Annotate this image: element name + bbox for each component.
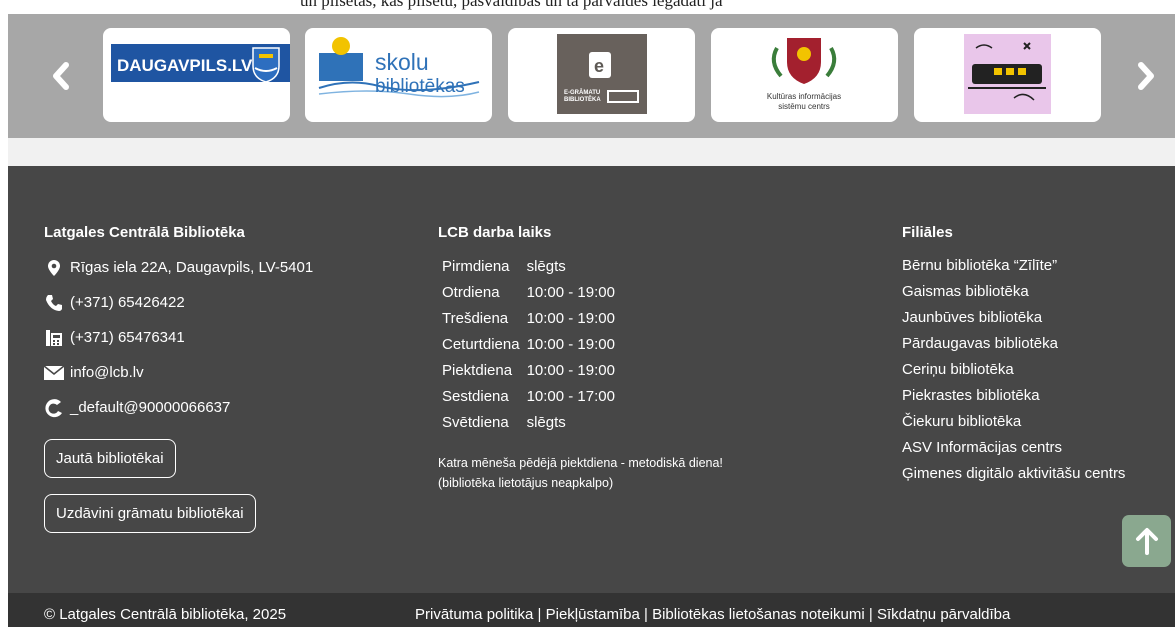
- contact-heading: Latgales Centrālā Bibliotēka: [44, 224, 245, 241]
- copyright-text: © Latgales Centrālā bibliotēka, 2025: [44, 606, 287, 623]
- note-line-1: Katra mēneša pēdējā piektdiena - metodis…: [438, 456, 723, 470]
- e-gramatu-caption-1: E-GRĀMATU: [564, 89, 600, 96]
- e-gramatu-caption-2: BIBLIOTĒKA: [564, 96, 601, 103]
- opening-hours-table: Pirmdiena slēgts Otrdiena 10:00 - 19:00 Tr…: [439, 253, 619, 435]
- address-text: Rīgas iela 22A, Daugavpils, LV-5401: [70, 259, 314, 276]
- carousel-next-button[interactable]: [1131, 58, 1161, 94]
- time-cell: slēgts: [526, 257, 566, 275]
- footer-branches-column: Filiāles Bērnu bibliotēka “Zīlīte” Gaism…: [902, 224, 1125, 487]
- time-cell: 10:00 - 17:00: [526, 387, 615, 405]
- table-row: Pirmdiena slēgts: [439, 253, 619, 279]
- chevron-right-icon: [1138, 62, 1154, 90]
- phone-text[interactable]: (+371) 65426422: [70, 294, 185, 311]
- map-pin-icon: [44, 258, 64, 278]
- bottom-bar: © Latgales Centrālā bibliotēka, 2025 Pri…: [8, 593, 1175, 627]
- e-gramatu-logo: e E-GRĀMATU BIBLIOTĒKA: [557, 34, 647, 114]
- partner-logo-carousel: DAUGAVPILS.LV skolu bibliotēkas e E-GRĀM…: [8, 14, 1175, 138]
- day-cell: Pirmdiena: [442, 257, 510, 275]
- link-separator: |: [864, 606, 877, 623]
- accessibility-link[interactable]: Piekļūstamība: [546, 606, 640, 623]
- logo-card-illustration[interactable]: [914, 28, 1101, 122]
- table-row: Sestdiena 10:00 - 17:00: [439, 383, 619, 409]
- day-cell: Ceturtdiena: [442, 335, 520, 353]
- daugavpils-logo-text: DAUGAVPILS.LV: [117, 56, 253, 75]
- logo-card-kis-centrs[interactable]: Kultūras informācijas sistēmu centrs: [711, 28, 898, 122]
- table-row: Svētdiena slēgts: [439, 409, 619, 435]
- fax-line: (+371) 65476341: [44, 320, 313, 355]
- branch-link[interactable]: Čiekuru bibliotēka: [902, 409, 1125, 435]
- link-separator: |: [639, 606, 653, 623]
- kis-caption-2: sistēmu centrs: [778, 102, 830, 111]
- envelope-icon: [44, 363, 64, 383]
- day-cell: Sestdiena: [442, 387, 509, 405]
- branch-link[interactable]: Jaunbūves bibliotēka: [902, 305, 1125, 331]
- chevron-left-icon: [53, 62, 69, 90]
- hours-heading: LCB darba laiks: [438, 224, 552, 241]
- branch-link[interactable]: Ģimenes digitālo aktivitāšu centrs: [902, 461, 1125, 487]
- table-row: Otrdiena 10:00 - 19:00: [439, 279, 619, 305]
- skolu-bibliotekas-logo: skolu bibliotēkas: [318, 37, 480, 98]
- cut-off-top-text: un pilsētas, kas pilsētu, pašvaldības un…: [300, 0, 723, 10]
- kis-caption-1: Kultūras informācijas: [767, 92, 841, 101]
- arrow-up-icon: [1135, 528, 1158, 555]
- site-footer: Latgales Centrālā Bibliotēka Rīgas iela …: [8, 166, 1175, 593]
- day-cell: Otrdiena: [442, 283, 500, 301]
- kis-centrs-logo: Kultūras informācijas sistēmu centrs: [767, 38, 841, 111]
- skolu-text: skolu: [375, 49, 429, 75]
- eaddress-line: _default@90000066637: [44, 390, 313, 425]
- address-line: Rīgas iela 22A, Daugavpils, LV-5401: [44, 250, 313, 285]
- time-cell: slēgts: [526, 413, 566, 431]
- ask-library-button[interactable]: Jautā bibliotēkai: [44, 439, 176, 478]
- section-divider: [8, 138, 1175, 166]
- branch-link[interactable]: Gaismas bibliotēka: [902, 279, 1125, 305]
- branch-link[interactable]: ASV Informācijas centrs: [902, 435, 1125, 461]
- library-rules-link[interactable]: Bibliotēkas lietošanas noteikumi: [652, 606, 865, 623]
- privacy-policy-link[interactable]: Privātuma politika: [415, 606, 533, 623]
- time-cell: 10:00 - 19:00: [526, 283, 615, 301]
- day-cell: Svētdiena: [442, 413, 509, 431]
- donate-book-button[interactable]: Uzdāvini grāmatu bibliotēkai: [44, 494, 256, 533]
- carousel-prev-button[interactable]: [46, 58, 76, 94]
- day-cell: Trešdiena: [442, 309, 509, 327]
- branch-link[interactable]: Bērnu bibliotēka “Zīlīte”: [902, 253, 1125, 279]
- logo-card-daugavpils[interactable]: DAUGAVPILS.LV: [103, 28, 290, 122]
- cookie-settings-link[interactable]: Sīkdatņu pārvaldība: [877, 606, 1010, 623]
- day-cell: Piektdiena: [442, 361, 513, 379]
- footer-contact-column: Latgales Centrālā Bibliotēka Rīgas iela …: [44, 224, 313, 533]
- logo-card-e-gramatu[interactable]: e E-GRĀMATU BIBLIOTĒKA: [508, 28, 695, 122]
- daugavpils-logo: DAUGAVPILS.LV: [111, 44, 290, 83]
- train-illustration: [964, 34, 1051, 114]
- logo-card-skolu-bibliotekas[interactable]: skolu bibliotēkas: [305, 28, 492, 122]
- note-line-2: (bibliotēka lietotājus neapkalpo): [438, 476, 614, 490]
- legal-links: Privātuma politika | Piekļūstamība | Bib…: [415, 606, 1010, 623]
- e-address-icon: [44, 398, 64, 418]
- scroll-to-top-button[interactable]: [1122, 515, 1171, 567]
- svg-text:e: e: [594, 56, 604, 76]
- email-link[interactable]: info@lcb.lv: [70, 364, 144, 381]
- fax-icon: [44, 328, 64, 348]
- time-cell: 10:00 - 19:00: [526, 309, 615, 327]
- time-cell: 10:00 - 19:00: [526, 335, 615, 353]
- fax-text: (+371) 65476341: [70, 329, 185, 346]
- phone-line: (+371) 65426422: [44, 285, 313, 320]
- phone-icon: [44, 293, 64, 313]
- eaddress-text: _default@90000066637: [70, 399, 231, 416]
- bibliotekas-text: bibliotēkas: [375, 76, 465, 97]
- email-line: info@lcb.lv: [44, 355, 313, 390]
- branches-heading: Filiāles: [902, 224, 953, 241]
- branch-link[interactable]: Ceriņu bibliotēka: [902, 357, 1125, 383]
- footer-hours-column: LCB darba laiks Pirmdiena slēgts Otrdiena…: [438, 224, 723, 493]
- branch-link[interactable]: Pārdaugavas bibliotēka: [902, 331, 1125, 357]
- table-row: Ceturtdiena 10:00 - 19:00: [439, 331, 619, 357]
- time-cell: 10:00 - 19:00: [526, 361, 615, 379]
- table-row: Piektdiena 10:00 - 19:00: [439, 357, 619, 383]
- link-separator: |: [533, 606, 546, 623]
- table-row: Trešdiena 10:00 - 19:00: [439, 305, 619, 331]
- branch-link[interactable]: Piekrastes bibliotēka: [902, 383, 1125, 409]
- methodical-day-note: Katra mēneša pēdējā piektdiena - metodis…: [438, 453, 723, 493]
